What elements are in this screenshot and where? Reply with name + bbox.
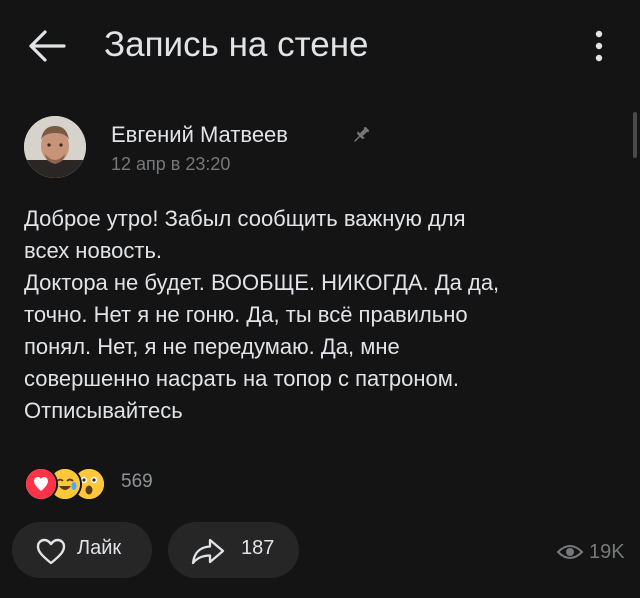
like-label: Лайк <box>77 537 122 559</box>
post-text-line: Отписывайтесь <box>24 398 183 423</box>
post-text-line: точно. Нет я не гоню. Да, ты всё правиль… <box>24 302 468 327</box>
arrow-left-icon <box>29 30 66 62</box>
share-count: 187 <box>241 537 275 559</box>
more-vertical-icon <box>595 30 603 62</box>
heart-reaction-icon <box>24 467 58 501</box>
eye-icon <box>556 545 584 559</box>
post-text-line: Доктора не будет. ВООБЩЕ. НИКОГДА. Да да… <box>24 270 500 295</box>
back-button[interactable] <box>26 28 66 64</box>
scrollbar[interactable] <box>633 112 637 158</box>
avatar[interactable] <box>24 116 86 178</box>
share-icon <box>191 538 225 565</box>
heart-outline-icon <box>36 538 66 565</box>
author-name[interactable]: Евгений Матвеев <box>111 121 288 149</box>
more-button[interactable] <box>584 26 614 66</box>
post-text-line: совершенно насрать на топор с патроном. <box>24 366 459 391</box>
share-button[interactable]: 187 <box>168 522 299 578</box>
post-text-line: понял. Нет, я не передумаю. Да, мне <box>24 334 400 359</box>
avatar-photo <box>24 116 86 178</box>
post-date: 12 апр в 23:20 <box>111 154 231 174</box>
post-text-line: всех новость. <box>24 238 163 263</box>
post-text-line: Доброе утро! Забыл сообщить важную для <box>24 206 466 231</box>
reactions-count: 569 <box>121 471 153 492</box>
post-text: Доброе утро! Забыл сообщить важную для в… <box>24 203 624 427</box>
like-button[interactable]: Лайк <box>12 522 152 578</box>
views-count: 19K <box>589 541 625 563</box>
page-title: Запись на стене <box>104 25 369 64</box>
header: Запись на стене <box>0 0 640 92</box>
pin-icon <box>350 124 372 146</box>
